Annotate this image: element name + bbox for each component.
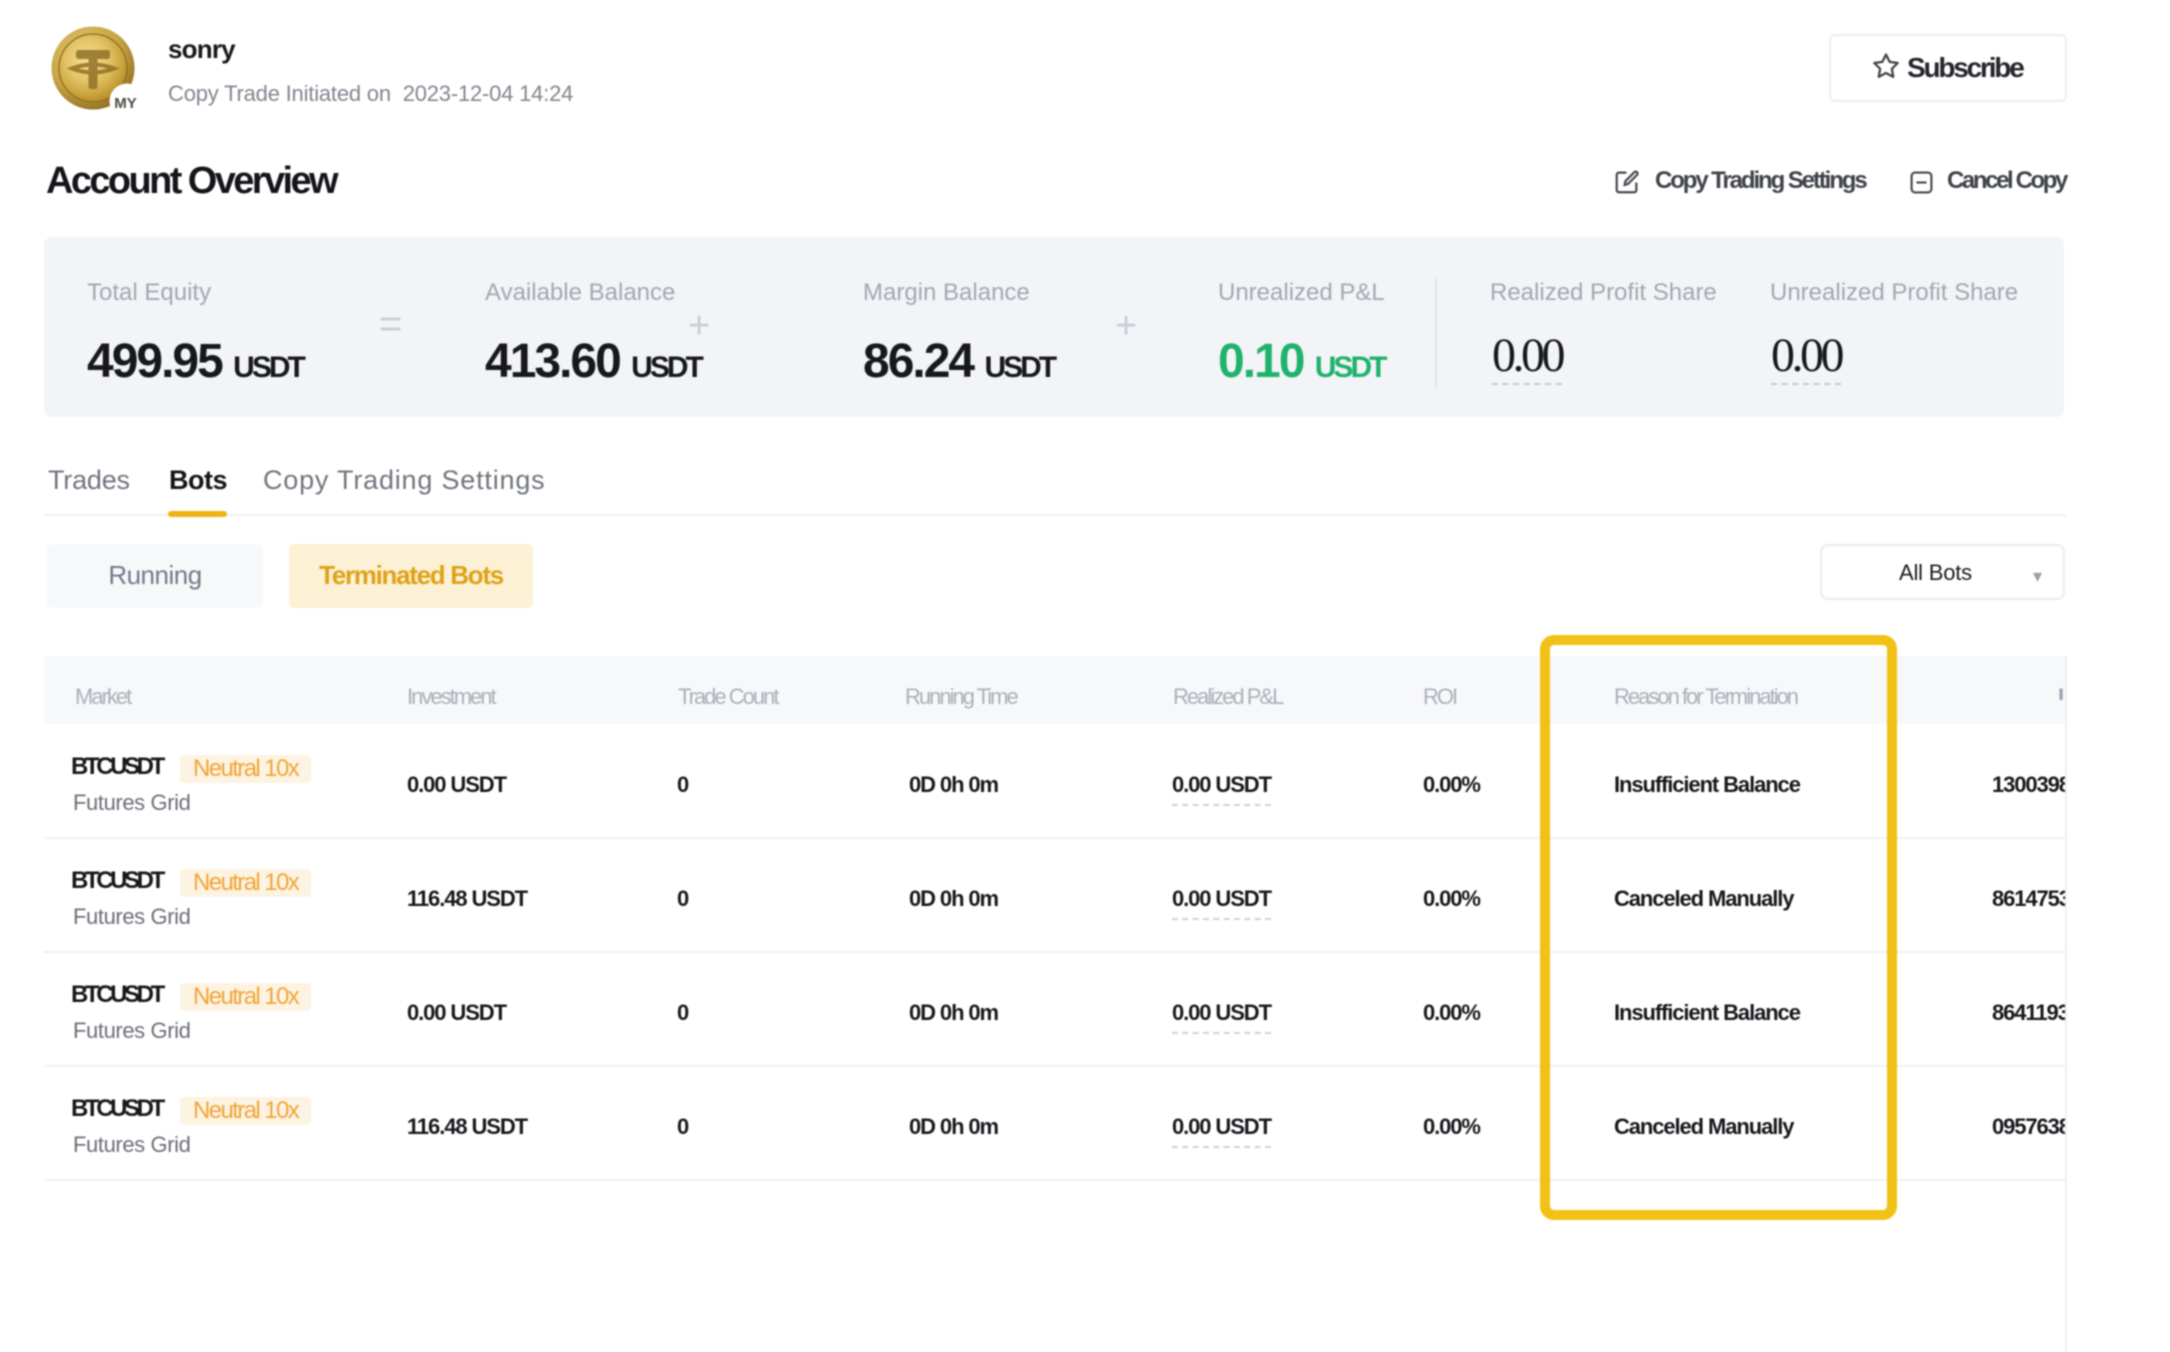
svg-text:MY: MY	[114, 95, 137, 112]
